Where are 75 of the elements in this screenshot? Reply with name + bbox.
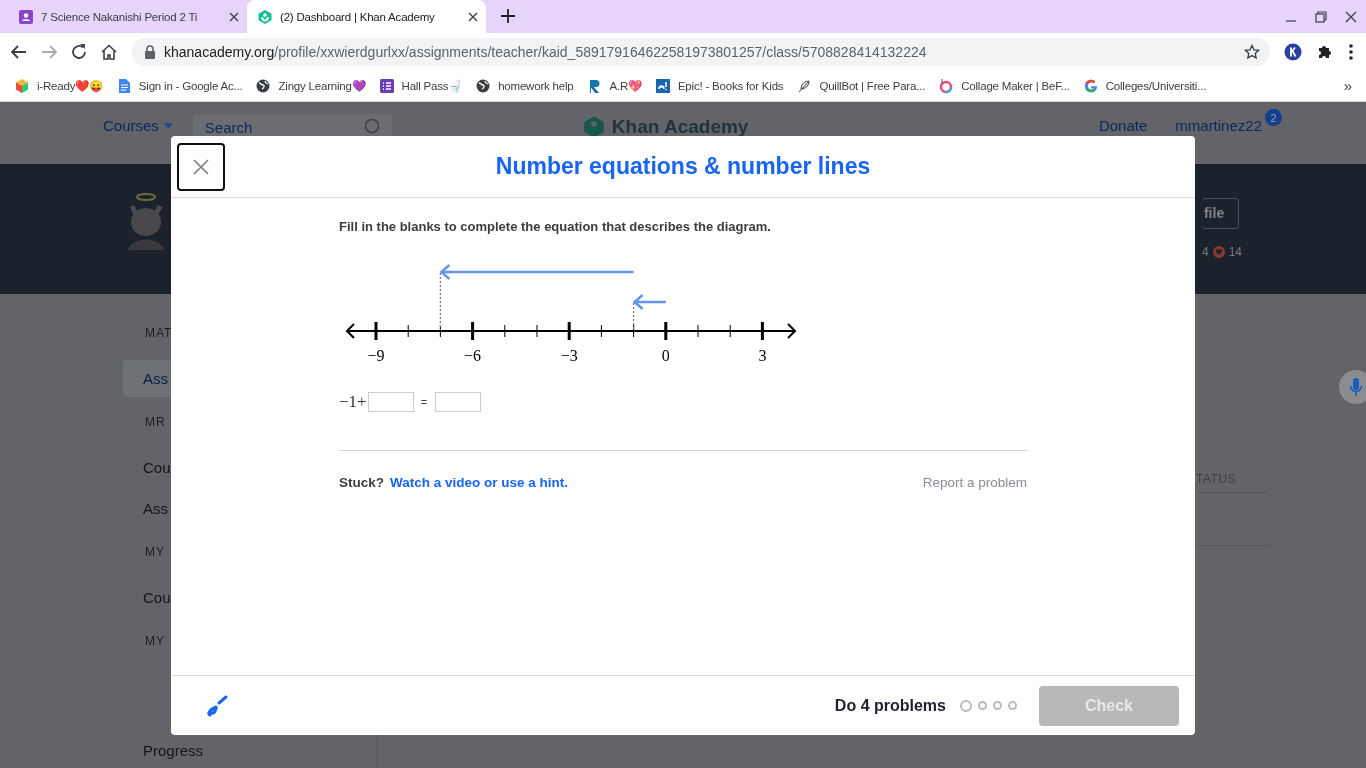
bookmark[interactable]: Hall Pass🚽 — [378, 77, 463, 94]
home-icon[interactable] — [100, 42, 118, 61]
new-tab-icon[interactable] — [501, 9, 515, 23]
lock-icon — [144, 44, 156, 59]
menu-icon[interactable] — [1348, 42, 1354, 61]
tick-label: −6 — [464, 347, 482, 364]
jump-arrow — [632, 293, 668, 311]
heart-badge-icon — [1212, 246, 1225, 258]
equation-text: −1+ — [339, 392, 367, 412]
close-icon[interactable] — [468, 11, 478, 22]
forward-arrow-icon — [40, 42, 58, 61]
edit-profile-button[interactable]: file — [1201, 198, 1240, 229]
stat-count: 14 — [1228, 245, 1242, 259]
close-icon[interactable] — [1345, 10, 1357, 23]
browser-tab[interactable]: (2) Dashboard | Khan Academy — [247, 0, 486, 33]
globe-icon — [475, 77, 492, 94]
caret-icon — [163, 122, 173, 129]
stuck-label: Stuck? — [339, 475, 384, 490]
reload-icon[interactable] — [70, 42, 88, 61]
list-icon — [378, 77, 395, 94]
back-arrow-icon[interactable] — [10, 42, 28, 61]
exercise-title: Number equations & number lines — [495, 153, 871, 180]
answer-field[interactable] — [435, 392, 482, 412]
bookmark[interactable]: A.R💖 — [586, 77, 642, 94]
guide-line — [632, 302, 635, 331]
sidebar-heading: MR — [144, 415, 167, 431]
k-extension-icon[interactable] — [1284, 42, 1302, 61]
notification-badge: 2 — [1265, 109, 1282, 126]
problem-goal-text: Do 4 problems — [834, 696, 946, 715]
guide-line — [439, 272, 442, 331]
more-bookmarks-button[interactable]: » — [1343, 77, 1352, 94]
sidebar-item[interactable]: Ass — [123, 360, 171, 397]
microphone-icon — [1349, 377, 1363, 397]
url-text: khanacademy.org/profile/xxwierdgurlxx/assignments/teacher/kaid_589179164622581973801257/class/5708828414132224 — [164, 43, 928, 60]
tick-label: 0 — [661, 347, 670, 364]
tick-label: −9 — [367, 347, 385, 364]
sidebar-item[interactable]: Cou — [123, 449, 171, 486]
bookmark[interactable]: Sign in - Google Ac... — [115, 77, 243, 94]
close-icon[interactable] — [229, 11, 239, 22]
cube-icon — [14, 77, 30, 94]
bookmark[interactable]: Colleges/Universiti... — [1082, 77, 1207, 94]
color-ring-icon — [938, 77, 955, 94]
sidebar-heading: MAT — [144, 326, 174, 342]
google-logo-icon — [1082, 77, 1099, 94]
globe-icon — [255, 77, 272, 94]
bookmark[interactable]: Zingy Learning💜 — [255, 77, 366, 94]
sidebar-item[interactable]: Cou — [123, 579, 171, 616]
epic-logo-icon — [654, 77, 671, 94]
close-button[interactable] — [177, 142, 225, 191]
sidebar-heading: MY — [144, 545, 166, 561]
tick-label: 3 — [758, 347, 767, 364]
answer-field[interactable] — [367, 392, 414, 412]
close-icon — [193, 158, 209, 175]
equals-sign: = — [420, 396, 428, 408]
stat-count: 4 — [1201, 245, 1209, 259]
sidebar-item[interactable]: Ass — [123, 490, 171, 527]
instruction-text: Fill in the blanks to complete the equation that describes the diagram. — [339, 219, 772, 234]
sidebar-item[interactable]: Progress — [123, 732, 204, 768]
tick-label: −3 — [560, 347, 578, 364]
address-bar[interactable]: khanacademy.org/profile/xxwierdgurlxx/assignments/teacher/kaid_589179164622581973801257/class/5708828414132224 — [132, 37, 1270, 66]
bookmark[interactable]: homework help — [475, 77, 574, 94]
browser-tab[interactable]: 7 Science Nakanishi Period 2 Ti — [8, 0, 247, 33]
bookmark[interactable]: QuillBot | Free Para... — [796, 77, 926, 94]
sidebar-heading: MY — [144, 634, 166, 650]
restore-icon[interactable] — [1315, 10, 1327, 23]
person-icon — [18, 8, 34, 25]
hexagon-leaf-icon — [257, 8, 273, 25]
bookmark[interactable]: i-Ready❤😛 — [14, 77, 103, 94]
feather-icon — [796, 77, 813, 94]
search-icon — [363, 118, 382, 136]
hint-link[interactable]: Watch a video or use a hint. — [390, 475, 569, 490]
bookmark[interactable]: Epic! - Books for Kids — [654, 77, 784, 94]
star-icon[interactable] — [1244, 43, 1260, 60]
report-problem-link[interactable]: Report a problem — [922, 475, 1027, 490]
bookmark[interactable]: Collage Maker | BeF... — [938, 77, 1070, 94]
